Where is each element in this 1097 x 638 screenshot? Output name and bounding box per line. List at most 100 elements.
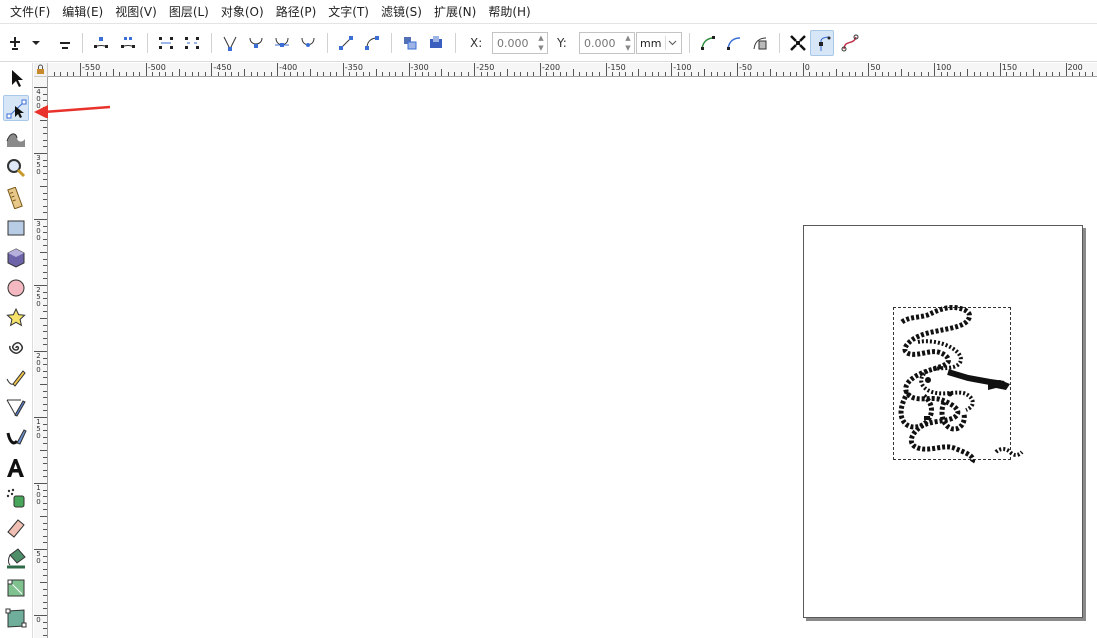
horizontal-ruler[interactable]: -550 -500 -450 -400 -350 -300 -250 -200 -150 -100… [48, 63, 1097, 77]
rectangle-tool[interactable] [3, 215, 29, 241]
gradient-tool[interactable] [3, 575, 29, 601]
mesh-tool[interactable] [3, 605, 29, 631]
x-coordinate-field[interactable]: 0.000 ▲ ▼ [492, 32, 548, 54]
join-segment-button[interactable] [154, 30, 178, 56]
menu-edit[interactable]: 编辑(E) [56, 0, 109, 24]
3d-box-tool[interactable] [3, 245, 29, 271]
ruler-tick [43, 291, 47, 293]
path-effect-button[interactable] [696, 30, 720, 56]
insert-node-button[interactable] [3, 30, 27, 56]
ruler-tick [789, 72, 791, 76]
ruler-tick [520, 72, 522, 76]
stroke-to-path-button[interactable] [424, 30, 448, 56]
ruler-tick [572, 69, 574, 76]
ruler-tick [566, 72, 568, 76]
smooth-node-button[interactable] [244, 30, 268, 56]
ruler-tick [40, 120, 47, 121]
calligraphy-tool[interactable] [3, 425, 29, 451]
ellipse-tool[interactable] [3, 275, 29, 301]
join-nodes-button[interactable] [89, 30, 113, 56]
ruler-tick [487, 72, 489, 76]
delete-segment-button[interactable] [180, 30, 204, 56]
segment-line-button[interactable] [334, 30, 358, 56]
ruler-tick [73, 72, 75, 76]
menu-text[interactable]: 文字(T) [322, 0, 375, 24]
selected-scribble-drawing[interactable] [888, 302, 1028, 472]
menu-file[interactable]: 文件(F) [4, 0, 56, 24]
show-outline-button[interactable] [838, 30, 862, 56]
menu-view[interactable]: 视图(V) [109, 0, 163, 24]
y-increment-icon[interactable]: ▲ [623, 33, 633, 43]
drawing-canvas[interactable] [49, 78, 1097, 638]
delete-node-icon [60, 42, 70, 49]
ruler-tick [139, 72, 141, 76]
ruler-tick [1026, 72, 1028, 76]
vertical-ruler[interactable]: 400 350 300 250 200 150 100 50 0 [34, 77, 48, 638]
unit-select[interactable]: mm [636, 32, 682, 54]
path-effect-icon [701, 36, 715, 50]
menu-extensions[interactable]: 扩展(N) [428, 0, 482, 24]
lock-guides-icon[interactable] [34, 63, 47, 76]
ruler-tick [43, 542, 47, 544]
auto-smooth-node-button[interactable] [296, 30, 320, 56]
measure-tool[interactable] [3, 185, 29, 211]
tweak-tool[interactable] [3, 125, 29, 151]
3d-box-tool-icon [7, 248, 25, 268]
menu-help[interactable]: 帮助(H) [482, 0, 536, 24]
pencil-tool[interactable] [3, 365, 29, 391]
object-to-path-icon [404, 37, 417, 50]
transform-handles-button[interactable] [786, 30, 810, 56]
insert-node-dropdown[interactable] [27, 30, 43, 56]
ruler-tick [34, 87, 47, 88]
pen-tool[interactable] [3, 395, 29, 421]
x-decrement-icon[interactable]: ▼ [536, 43, 546, 53]
ruler-tick [303, 72, 305, 76]
spiral-tool[interactable] [3, 335, 29, 361]
ruler-label: 250 [36, 286, 41, 308]
ruler-tick [43, 496, 47, 498]
ruler-tick [43, 238, 47, 240]
ruler-tick [999, 63, 1001, 76]
ruler-label: -300 [410, 63, 429, 72]
show-handles-icon [819, 36, 831, 51]
delete-node-button[interactable] [53, 30, 77, 56]
ruler-tick [43, 179, 47, 181]
ruler-tick [526, 72, 528, 76]
menu-layer[interactable]: 图层(L) [163, 0, 215, 24]
ruler-tick [43, 456, 47, 458]
paint-bucket-tool[interactable] [3, 545, 29, 571]
menu-filters[interactable]: 滤镜(S) [375, 0, 428, 24]
ruler-tick [40, 582, 47, 583]
node-tool[interactable] [3, 95, 29, 121]
y-decrement-icon[interactable]: ▼ [623, 43, 633, 53]
clip-path-button[interactable] [722, 30, 746, 56]
selector-tool[interactable] [3, 65, 29, 91]
eraser-tool[interactable] [3, 515, 29, 541]
zoom-tool[interactable] [3, 155, 29, 181]
x-increment-icon[interactable]: ▲ [536, 33, 546, 43]
ruler-tick [717, 72, 719, 76]
object-to-path-button[interactable] [398, 30, 422, 56]
y-coordinate-field[interactable]: 0.000 ▲ ▼ [579, 32, 635, 54]
toolbar-separator [779, 33, 780, 53]
ruler-tick [43, 397, 47, 399]
ruler-tick [60, 72, 62, 76]
symmetric-node-button[interactable] [270, 30, 294, 56]
mask-path-button[interactable] [748, 30, 772, 56]
cusp-node-button[interactable] [218, 30, 242, 56]
ruler-tick [874, 72, 876, 76]
break-path-button[interactable] [116, 30, 140, 56]
menu-object[interactable]: 对象(O) [215, 0, 270, 24]
ruler-tick [204, 72, 206, 76]
spray-tool[interactable] [3, 485, 29, 511]
zoom-tool-icon [7, 159, 26, 178]
ruler-tick [43, 377, 47, 379]
star-tool[interactable] [3, 305, 29, 331]
segment-curve-button[interactable] [360, 30, 384, 56]
ruler-tick [43, 568, 47, 570]
show-handles-button[interactable] [810, 30, 834, 56]
text-tool[interactable] [3, 455, 29, 481]
menu-path[interactable]: 路径(P) [270, 0, 323, 24]
segment-curve-icon [365, 36, 379, 50]
ruler-tick [868, 63, 870, 76]
